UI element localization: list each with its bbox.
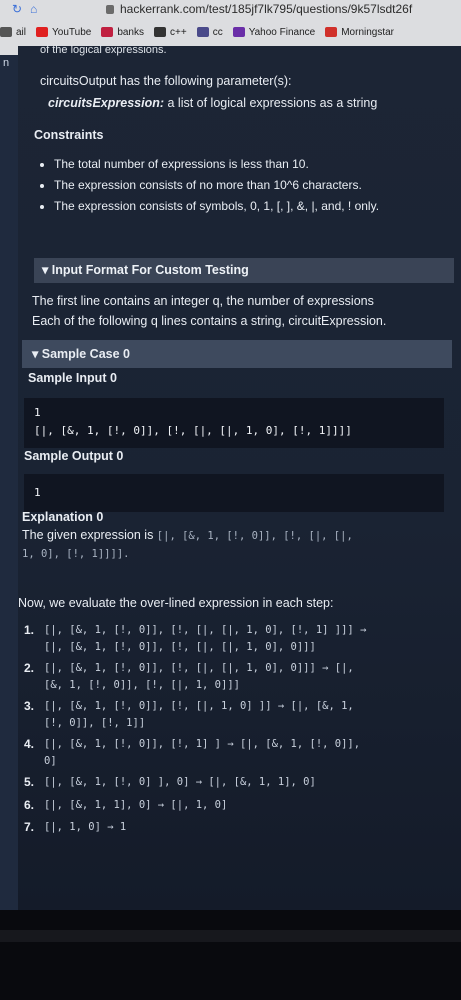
step-code-line: [|, [&, 1, [!, 0]], [!, 1] ] → [|, [&, 1… bbox=[44, 738, 361, 750]
gutter-text: n bbox=[3, 57, 10, 69]
address-bar-url[interactable]: hackerrank.com/test/185jf7lk795/question… bbox=[120, 2, 412, 16]
bookmarks-bar: ail YouTube banks c++ cc Yahoo Finance Morning… bbox=[0, 20, 461, 44]
bookmark-morningstar[interactable]: Morningstar bbox=[325, 27, 394, 38]
reload-icon[interactable]: ↻ bbox=[12, 3, 26, 15]
sample-input-line: 1 bbox=[34, 406, 41, 419]
step-code-line: [|, [&, 1, [!, 0] ], 0] → [|, [&, 1, 1],… bbox=[44, 776, 316, 788]
youtube-icon bbox=[36, 27, 49, 37]
step-code-line: [|, [&, 1, [!, 0]], [!, [|, [|, 1, 0], 0… bbox=[44, 640, 316, 653]
step-code-line: [&, 1, [!, 0]], [!, [|, 1, 0]]] bbox=[44, 678, 240, 691]
clipped-text-line: of the logical expressions. bbox=[40, 44, 167, 56]
input-format-line-2: Each of the following q lines contains a… bbox=[32, 314, 387, 328]
evaluation-steps: 1. [|, [&, 1, [!, 0]], [!, [|, [|, 1, 0],… bbox=[24, 622, 454, 842]
bookmark-youtube[interactable]: YouTube bbox=[36, 27, 91, 38]
step-code-line: [|, 1, 0] → 1 bbox=[44, 821, 127, 833]
explanation-title: Explanation 0 bbox=[22, 510, 104, 524]
explanation-code-b: 1, 0], [!, 1]]]]. bbox=[22, 548, 130, 560]
evaluation-step: 3. [|, [&, 1, [!, 0]], [!, [|, 1, 0] ]] →… bbox=[24, 698, 454, 731]
parameter-description: a list of logical expressions as a strin… bbox=[164, 96, 378, 110]
step-code-line: [|, [&, 1, 1], 0] → [|, 1, 0] bbox=[44, 798, 228, 811]
monitor-bezel bbox=[0, 930, 461, 942]
cc-icon bbox=[196, 27, 209, 37]
bookmark-label: YouTube bbox=[52, 26, 92, 38]
sample-output-title: Sample Output 0 bbox=[24, 449, 124, 463]
morningstar-icon bbox=[325, 27, 338, 37]
parameter-name: circuitsExpression: bbox=[48, 96, 165, 110]
constraint-item: The total number of expressions is less … bbox=[54, 154, 379, 175]
bookmark-label: c++ bbox=[170, 26, 187, 38]
explanation-line-1: The given expression is [|, [&, 1, [!, 0… bbox=[22, 528, 353, 542]
sample-output-value: 1 bbox=[34, 486, 41, 499]
step-number: 6. bbox=[24, 797, 35, 812]
constraints-list: The total number of expressions is less … bbox=[32, 154, 379, 217]
input-format-toggle[interactable]: ▾ Input Format For Custom Testing bbox=[34, 258, 454, 283]
pluralsight-icon bbox=[154, 27, 166, 37]
step-code-line: [!, 0]], [!, 1]] bbox=[44, 716, 146, 729]
bookmark-label: Morningstar bbox=[341, 26, 395, 38]
bookmark-yahoo-finance[interactable]: Yahoo Finance bbox=[232, 26, 316, 38]
problem-panel: of the logical expressions. circuitsOutp… bbox=[18, 44, 461, 910]
input-format-line-1: The first line contains an integer q, th… bbox=[32, 294, 374, 308]
bookmark-label: cc bbox=[212, 26, 223, 38]
sample-case-toggle[interactable]: ▾ Sample Case 0 bbox=[22, 340, 452, 368]
step-code-line: [|, [&, 1, [!, 0]], [!, [|, [|, 1, 0], [… bbox=[44, 624, 367, 636]
lock-icon bbox=[106, 4, 114, 14]
home-icon[interactable]: ⌂ bbox=[30, 3, 44, 15]
step-number: 5. bbox=[24, 775, 35, 789]
evaluation-step: 6. [|, [&, 1, 1], 0] → [|, 1, 0] bbox=[24, 797, 454, 814]
sample-input-line: [|, [&, 1, [!, 0]], [!, [|, [|, 1, 0], [… bbox=[34, 424, 352, 437]
explanation-code-a: [|, [&, 1, [!, 0]], [!, [|, [|, bbox=[156, 530, 353, 542]
bookmark-c-[interactable]: c++ bbox=[154, 27, 187, 38]
bookmark-label: Yahoo Finance bbox=[248, 26, 316, 38]
bookmark-label: ail bbox=[16, 26, 27, 38]
sample-input-title: Sample Input 0 bbox=[28, 371, 117, 385]
parameter-line: circuitsExpression: a list of logical ex… bbox=[48, 96, 377, 110]
yahoo-icon bbox=[232, 27, 245, 37]
constraints-title: Constraints bbox=[34, 128, 104, 142]
step-code-line: [|, [&, 1, [!, 0]], [!, [|, [|, 1, 0], 0… bbox=[44, 662, 354, 674]
sample-input-box: 1 [|, [&, 1, [!, 0]], [!, [|, [|, 1, 0],… bbox=[24, 398, 444, 448]
evaluation-step: 7. [|, 1, 0] → 1 bbox=[24, 819, 454, 836]
screen-bottom-area bbox=[0, 910, 461, 1000]
left-gutter: n bbox=[0, 55, 18, 910]
step-number: 3. bbox=[24, 699, 35, 713]
evaluate-line: Now, we evaluate the over-lined expressi… bbox=[18, 596, 334, 610]
constraint-item: The expression consists of symbols, 0, 1… bbox=[54, 196, 379, 217]
mail-icon bbox=[0, 27, 12, 37]
address-bar-row: ↻ ⌂ hackerrank.com/test/185jf7lk795/ques… bbox=[0, 0, 461, 18]
bookmark-ail[interactable]: ail bbox=[0, 27, 26, 38]
step-number: 4. bbox=[24, 737, 35, 751]
explanation-prefix: The given expression is bbox=[22, 528, 157, 542]
step-number: 2. bbox=[24, 661, 35, 675]
sample-output-box: 1 bbox=[24, 474, 444, 512]
bookmark-banks[interactable]: banks bbox=[101, 27, 144, 38]
evaluation-step: 4. [|, [&, 1, [!, 0]], [!, 1] ] → [|, [&,… bbox=[24, 736, 454, 769]
evaluation-step: 5. [|, [&, 1, [!, 0] ], 0] → [|, [&, 1, 1… bbox=[24, 774, 454, 791]
banks-icon bbox=[101, 27, 114, 37]
step-number: 7. bbox=[24, 820, 35, 834]
step-number: 1. bbox=[24, 623, 35, 637]
step-code-line: [|, [&, 1, [!, 0]], [!, [|, 1, 0] ]] → [… bbox=[44, 700, 354, 712]
evaluation-step: 2. [|, [&, 1, [!, 0]], [!, [|, [|, 1, 0],… bbox=[24, 660, 454, 693]
output-intro: circuitsOutput has the following paramet… bbox=[40, 74, 292, 88]
bookmark-cc[interactable]: cc bbox=[196, 26, 223, 38]
step-code-line: 0] bbox=[44, 754, 57, 767]
evaluation-step: 1. [|, [&, 1, [!, 0]], [!, [|, [|, 1, 0],… bbox=[24, 622, 454, 655]
constraint-item: The expression consists of no more than … bbox=[54, 175, 379, 196]
bookmark-label: banks bbox=[117, 26, 144, 38]
